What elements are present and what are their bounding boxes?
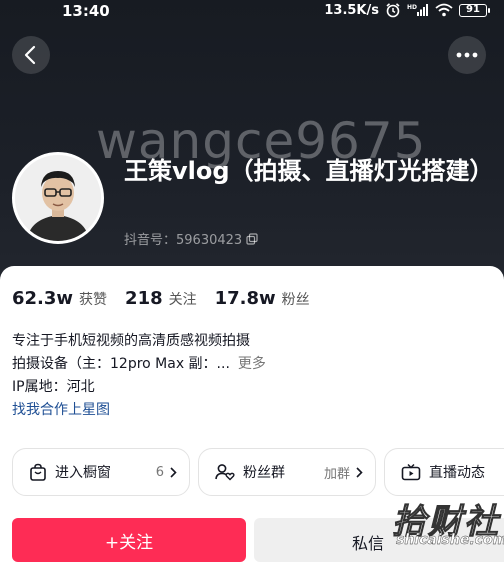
fans-group-join: 加群 [323,466,350,482]
more-button[interactable] [448,36,486,74]
status-right: 13.5K/s HD 91 [324,2,490,18]
stat-following[interactable]: 218 关注 [125,288,197,309]
profile-header: 13:40 13.5K/s HD 91 wangce9675 王策vlog（拍摄… [0,0,504,280]
stat-likes-value: 62.3w [12,288,74,309]
bio-more-link[interactable]: 更多 [238,356,266,372]
fans-group-icon [215,463,235,481]
chevron-right-icon [356,466,363,478]
stat-followers-value: 17.8w [214,288,276,309]
chevron-right-icon [170,466,177,478]
avatar[interactable] [12,152,104,244]
more-dots-icon [456,52,478,58]
showcase-count: 6 [155,464,164,480]
fans-group-label: 粉丝群 [243,465,285,481]
network-speed: 13.5K/s [324,2,379,18]
stat-likes[interactable]: 62.3w 获赞 [12,288,107,309]
hd-signal-icon: HD [407,3,429,17]
stat-followers[interactable]: 17.8w 粉丝 [215,288,310,309]
live-updates-button[interactable]: 直播动态 [384,448,504,496]
bio-line-2-text: 拍摄设备（主：12pro Max 副：... [12,356,230,372]
stats-row: 62.3w 获赞 218 关注 17.8w 粉丝 [12,288,328,309]
bio-line-1: 专注于手机短视频的高清质感视频拍摄 [12,333,250,349]
live-tv-icon [401,463,421,481]
message-label: 私信 [352,534,385,553]
profile-name: 王策vlog（拍摄、直播灯光搭建） [124,157,494,185]
site-watermark-en: shicaishe.com [396,532,504,548]
site-watermark: 拾财社 shicaishe.com [392,494,504,554]
battery-level: 91 [459,3,487,17]
back-chevron-icon [24,45,36,65]
follow-button[interactable]: +关注 [12,518,246,562]
battery-icon: 91 [459,3,490,17]
live-updates-label: 直播动态 [429,465,485,481]
shopping-bag-icon [29,463,47,481]
douyin-id[interactable]: 抖音号：59630423 [124,229,258,248]
douyin-id-text: 抖音号：59630423 [124,233,243,248]
xingtu-link[interactable]: 找我合作上星图 [12,399,492,422]
copy-icon[interactable] [246,232,258,245]
status-bar: 13:40 13.5K/s HD 91 [0,0,504,22]
showcase-label: 进入橱窗 [55,465,111,481]
fans-group-button[interactable]: 粉丝群 加群 [198,448,376,496]
stat-likes-label: 获赞 [79,292,108,308]
bio: 专注于手机短视频的高清质感视频拍摄 拍摄设备（主：12pro Max 副：...… [12,330,492,422]
stat-followers-label: 粉丝 [281,292,310,308]
alarm-icon [385,2,401,18]
bio-line-2: 拍摄设备（主：12pro Max 副：... 更多 [12,353,492,376]
stat-following-label: 关注 [168,292,197,308]
back-button[interactable] [12,36,50,74]
ip-location: IP属地：河北 [12,379,95,395]
wifi-icon [435,3,453,17]
status-time: 13:40 [62,2,110,20]
svg-text:HD: HD [407,4,417,11]
showcase-button[interactable]: 进入橱窗 6 [12,448,190,496]
stat-following-value: 218 [125,288,163,309]
